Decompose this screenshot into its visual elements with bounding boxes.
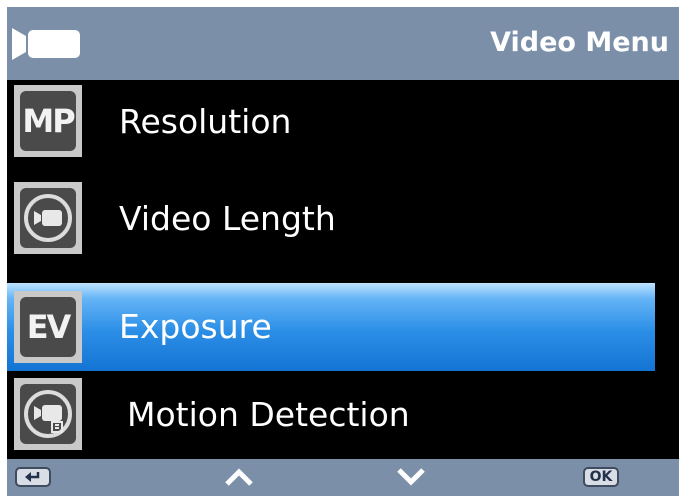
- chevron-up-icon: [225, 468, 253, 486]
- menu-item-label: Exposure: [119, 307, 272, 346]
- header-bar: Video Menu: [7, 7, 679, 80]
- ok-button[interactable]: OK: [579, 464, 623, 490]
- video-camera-icon: [12, 28, 80, 60]
- menu-item-label: Resolution: [119, 102, 292, 141]
- down-button[interactable]: [391, 464, 431, 490]
- menu-item-exposure[interactable]: EV Exposure: [7, 283, 655, 371]
- dashcam-screen: Video Menu MP Resolution Video Length EV…: [7, 7, 679, 496]
- ok-icon: OK: [583, 467, 619, 487]
- footer-bar: OK: [7, 459, 679, 496]
- ev-icon: EV: [14, 291, 82, 363]
- page-title: Video Menu: [490, 27, 669, 58]
- back-button[interactable]: [13, 464, 53, 490]
- menu-item-resolution[interactable]: MP Resolution: [7, 80, 679, 170]
- up-button[interactable]: [219, 464, 259, 490]
- mp-icon: MP: [14, 85, 82, 157]
- chevron-down-icon: [397, 468, 425, 486]
- camera-circle-icon: [14, 182, 82, 254]
- menu-item-video-length[interactable]: Video Length: [7, 177, 679, 267]
- menu-item-label: Motion Detection: [127, 395, 410, 434]
- back-icon: [15, 467, 51, 487]
- menu-item-label: Video Length: [119, 199, 336, 238]
- menu-item-motion-detection[interactable]: Motion Detection: [7, 373, 679, 463]
- motion-detection-icon: [14, 378, 82, 450]
